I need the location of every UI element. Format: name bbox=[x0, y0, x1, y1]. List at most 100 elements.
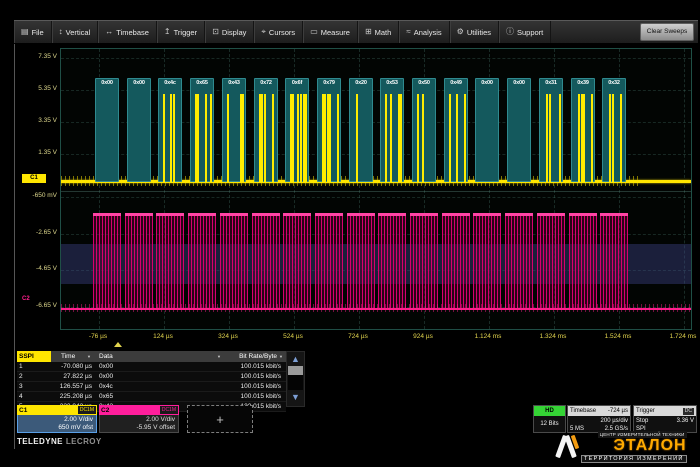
c1-data-spike bbox=[337, 94, 339, 182]
cell-data: 0x4c bbox=[92, 383, 222, 390]
c2-clock-burst bbox=[569, 213, 597, 309]
menu-label-utilities: Utilities bbox=[467, 28, 491, 37]
cell-data: 0x00 bbox=[92, 363, 222, 370]
menu-item-analysis[interactable]: ≈Analysis bbox=[399, 21, 449, 43]
sort-arrow-icon[interactable]: ▼ bbox=[217, 354, 221, 359]
table-row[interactable]: 3126.557 µs0x4c100.015 kbit/s bbox=[17, 382, 286, 392]
table-scrollbar[interactable]: ▲ ▼ bbox=[286, 351, 305, 407]
table-row[interactable]: 4225.208 µs0x65100.015 kbit/s bbox=[17, 392, 286, 402]
scroll-thumb[interactable] bbox=[288, 366, 303, 375]
trigger-position-marker[interactable] bbox=[114, 342, 122, 347]
waveform-grid: 0x000x000x4c0x650x430x720x6f0x790x200x53… bbox=[60, 48, 692, 330]
vertical-arrows-icon: ↕ bbox=[59, 28, 63, 36]
c1-data-spike bbox=[170, 94, 172, 182]
timebase-delay: -724 µs bbox=[608, 408, 628, 414]
watermark-brand: ЭТАЛОН bbox=[613, 438, 686, 455]
horizontal-arrows-icon: ↔ bbox=[105, 28, 113, 36]
menu-label-cursors: Cursors bbox=[269, 28, 295, 37]
c2-channel-tag[interactable]: C2 bbox=[22, 296, 30, 302]
file-icon: ▤ bbox=[21, 28, 29, 36]
c2-descriptor-box[interactable]: C2 DC1M 2.00 V/div -5.95 V offset bbox=[99, 405, 179, 433]
c2-settings: 2.00 V/div -5.95 V offset bbox=[99, 415, 179, 433]
c2-clock-burst bbox=[505, 213, 533, 309]
menu-item-trigger[interactable]: ↥Trigger bbox=[157, 21, 205, 43]
scroll-down-icon[interactable]: ▼ bbox=[287, 390, 304, 404]
menu-item-vertical[interactable]: ↕Vertical bbox=[52, 21, 99, 43]
cell-data: 0x00 bbox=[92, 373, 222, 380]
c2-clock-burst bbox=[93, 213, 121, 309]
table-row[interactable]: 1-70.080 µs0x00100.015 kbit/s bbox=[17, 362, 286, 372]
trigger-level: 3.36 V bbox=[677, 417, 694, 425]
menu-item-file[interactable]: ▤File bbox=[14, 21, 52, 43]
column-header-data[interactable]: Data▼ bbox=[92, 351, 222, 362]
menu-bar: ▤File↕Vertical↔Timebase↥Trigger⊡Display⌖… bbox=[14, 20, 698, 44]
c1-data-spike bbox=[261, 94, 263, 182]
add-channel-button[interactable]: + bbox=[187, 405, 253, 433]
spi-decode-byte-value: 0x49 bbox=[445, 80, 467, 86]
gridline-horizontal bbox=[61, 122, 691, 123]
y-axis-tick-label: -2.65 V bbox=[14, 229, 57, 236]
c1-descriptor-box[interactable]: C1 DC1M 2.00 V/div 650 mV ofst bbox=[17, 405, 97, 433]
c2-clock-burst bbox=[188, 213, 216, 309]
c1-data-spike bbox=[390, 94, 392, 182]
c1-data-spike bbox=[227, 94, 229, 182]
x-axis-tick-label: 524 µs bbox=[283, 333, 303, 340]
display-icon: ⊡ bbox=[212, 28, 219, 36]
menu-item-support[interactable]: ⓘSupport bbox=[499, 21, 551, 43]
c1-channel-tag[interactable]: C1 bbox=[22, 174, 46, 183]
menu-item-measure[interactable]: ▭Measure bbox=[303, 21, 358, 43]
menu-item-cursors[interactable]: ⌖Cursors bbox=[254, 21, 303, 43]
c1-data-spike bbox=[609, 94, 611, 182]
spi-decode-byte-value: 0x00 bbox=[508, 80, 530, 86]
spi-decode-byte-value: 0x53 bbox=[381, 80, 403, 86]
scroll-up-icon[interactable]: ▲ bbox=[287, 352, 304, 366]
x-axis-tick-label: 124 µs bbox=[153, 333, 173, 340]
spi-decode-table[interactable]: SSPITime▼Data▼Bit Rate/Byte▼ 1-70.080 µs… bbox=[17, 351, 286, 412]
c1-data-spike bbox=[163, 94, 165, 182]
sort-arrow-icon[interactable]: ▼ bbox=[87, 354, 91, 359]
menu-label-timebase: Timebase bbox=[116, 28, 149, 37]
lecroy-text: LECROY bbox=[66, 437, 102, 446]
c2-descriptor-header: C2 DC1M bbox=[99, 405, 179, 415]
column-header-bit-rate-byte[interactable]: Bit Rate/Byte▼ bbox=[222, 351, 286, 362]
table-row[interactable]: 227.822 µs0x00100.015 kbit/s bbox=[17, 372, 286, 382]
plus-icon: + bbox=[216, 412, 224, 427]
info-circle-icon: ⓘ bbox=[506, 28, 514, 36]
spi-decode-byte-box: 0x50 bbox=[412, 78, 436, 182]
teledyne-text: TELEDYNE bbox=[17, 437, 63, 446]
x-axis-tick-label: 724 µs bbox=[348, 333, 368, 340]
spi-decode-byte-value: 0x79 bbox=[318, 80, 340, 86]
c1-data-spike bbox=[417, 94, 419, 182]
decode-table-header[interactable]: SSPITime▼Data▼Bit Rate/Byte▼ bbox=[17, 351, 286, 362]
decode-table-tab[interactable]: SSPI bbox=[17, 351, 51, 362]
cell-index: 2 bbox=[17, 373, 51, 380]
cell-index: 4 bbox=[17, 393, 51, 400]
menu-item-timebase[interactable]: ↔Timebase bbox=[98, 21, 157, 43]
c1-data-spike bbox=[449, 94, 451, 182]
column-header-time[interactable]: Time▼ bbox=[51, 351, 92, 362]
c1-data-spike bbox=[456, 94, 458, 182]
sort-arrow-icon[interactable]: ▼ bbox=[279, 354, 283, 359]
c2-coupling-badge: DC1M bbox=[160, 406, 178, 414]
spi-decode-byte-value: 0x00 bbox=[128, 80, 150, 86]
c1-data-spike bbox=[400, 94, 402, 182]
c1-data-spike bbox=[549, 94, 551, 182]
c1-label: C1 bbox=[19, 407, 27, 414]
menu-item-display[interactable]: ⊡Display bbox=[205, 21, 254, 43]
menu-label-vertical: Vertical bbox=[66, 28, 91, 37]
y-axis-tick-label: -6.65 V bbox=[14, 302, 57, 309]
scroll-track[interactable] bbox=[288, 375, 303, 390]
c1-data-spike bbox=[620, 94, 622, 182]
menu-item-math[interactable]: ⊞Math bbox=[358, 21, 399, 43]
menu-item-utilities[interactable]: ⚙Utilities bbox=[450, 21, 499, 43]
c2-clock-burst bbox=[125, 213, 153, 309]
c1-data-spike bbox=[242, 94, 244, 182]
spi-decode-byte-box: 0x00 bbox=[95, 78, 119, 182]
cell-time: -70.080 µs bbox=[51, 363, 92, 370]
c1-data-spike bbox=[324, 94, 326, 182]
clear-sweeps-button[interactable]: Clear Sweeps bbox=[640, 23, 694, 41]
x-axis-tick-label: 1.124 ms bbox=[475, 333, 502, 340]
menu-label-file: File bbox=[32, 28, 44, 37]
x-axis-tick-label: 924 µs bbox=[413, 333, 433, 340]
c1-data-spike bbox=[356, 94, 358, 182]
